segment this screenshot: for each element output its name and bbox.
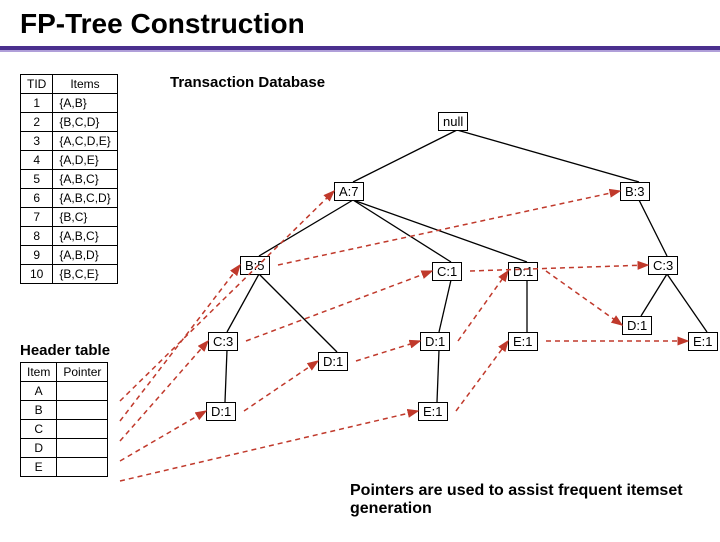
pointer-link [546,271,622,325]
pointer-link [120,341,208,441]
pointer-link [470,265,648,271]
pointer-link [278,191,620,265]
slide-title: FP-Tree Construction [0,0,720,44]
pointer-link [356,341,420,361]
pointer-links-layer [0,52,720,542]
pointer-link [120,191,334,401]
pointer-link [456,341,508,411]
pointer-link [244,361,318,411]
pointer-link [120,411,418,481]
pointer-link [120,411,206,461]
pointer-link [458,271,508,341]
pointer-caption: Pointers are used to assist frequent ite… [350,482,706,518]
slide-content: Transaction Database TID Items 1{A,B}2{B… [0,52,720,542]
pointer-link [246,271,432,341]
